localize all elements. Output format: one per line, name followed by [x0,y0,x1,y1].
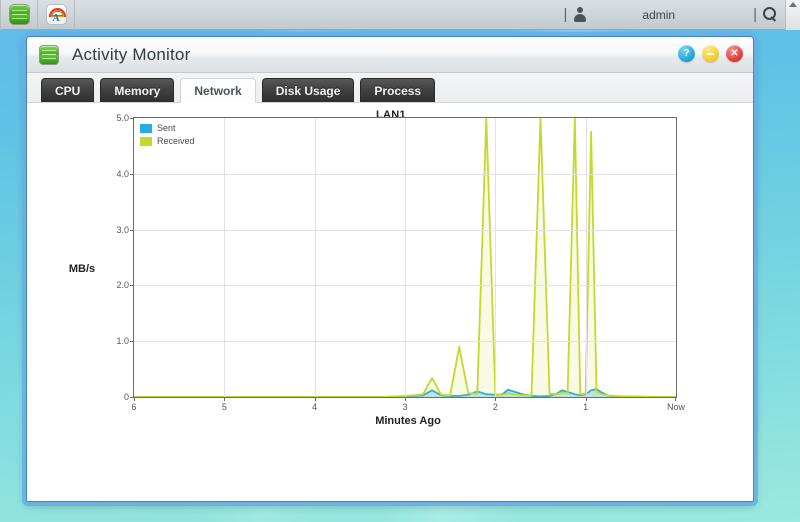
tab-disk-usage[interactable]: Disk Usage [261,78,355,102]
chart-x-tick-label: 1 [583,402,589,412]
activity-monitor-window: Activity Monitor ? ✕ CPU Memory Network … [26,36,754,502]
user-icon[interactable] [573,7,586,22]
taskbar-app-activity-monitor[interactable] [4,2,34,28]
page-scrollbar[interactable] [785,0,800,30]
chart-y-tick-label: 3.0 [116,224,129,235]
chart-y-axis-label: MB/s [68,263,96,275]
tab-network[interactable]: Network [180,78,256,103]
chart-x-tick-mark [675,397,676,401]
chart-gridline-vertical [405,118,406,397]
tab-cpu[interactable]: CPU [41,78,95,102]
legend-swatch-sent [140,124,152,133]
window-controls: ? ✕ [678,45,743,62]
chart-x-tick-label: 2 [492,402,498,412]
activity-monitor-icon [8,4,30,25]
chart-y-tick-label: 4.0 [116,168,129,179]
toolbar-divider [0,0,1,30]
tab-process[interactable]: Process [360,78,436,102]
window-title: Activity Monitor [72,44,191,64]
chart-y-tick-mark [130,285,134,287]
legend-label-received: Received [157,136,195,146]
chart-y-tick-mark [130,173,134,175]
topbar-separator-right: | [753,6,757,23]
chart-gridline-vertical [585,118,587,397]
chart-x-tick-mark [224,397,226,401]
chart-x-tick-label: 3 [402,402,408,412]
chart-y-tick-mark [130,229,134,231]
desktop-background: A | admin | Activity Monitor ? ✕ CPU Mem… [0,0,800,522]
chart-x-tick-mark [405,397,406,401]
chart-y-tick-mark [130,341,134,343]
taskbar-app-rainbow[interactable]: A [41,2,71,28]
chart-x-tick-label: 4 [312,402,318,412]
chart-x-tick-label: Now [666,402,686,412]
chart-x-axis-label: Minutes Ago [375,415,441,427]
window-activity-monitor-icon [39,44,59,65]
legend-item-sent: Sent [140,123,195,134]
chart-x-tick-label: 5 [221,402,227,412]
chart-x-tick-mark [314,397,316,401]
chart-gridline-vertical [314,118,316,397]
legend-label-sent: Sent [157,123,176,133]
chart-legend: Sent Received [140,123,195,149]
chart-x-tick-label: 6 [131,402,137,412]
chart-gridline-vertical [495,118,497,397]
chart-y-tick-label: 2.0 [116,280,129,291]
minimize-button[interactable] [702,45,719,62]
toolbar-divider [37,0,38,30]
chart-x-tick-mark [495,397,497,401]
help-button[interactable]: ? [678,45,695,62]
chart-gridline-vertical [224,118,226,397]
legend-swatch-received [140,137,152,146]
network-chart-plot-area: Sent Received 0 1.0 2.0 3.0 4.0 5.0 6 5 4 3 2 1 Now [116,113,685,412]
chart-x-tick-mark [585,397,587,401]
legend-item-received: Received [140,136,195,147]
user-label: admin [642,7,676,22]
toolbar-divider [74,0,75,30]
tab-memory[interactable]: Memory [100,78,175,102]
window-title-bar[interactable]: Activity Monitor ? ✕ [27,37,753,73]
chart-y-tick-label: 5.0 [116,113,129,123]
search-icon[interactable] [763,7,778,22]
topbar-separator-left: | [563,6,568,23]
close-button[interactable]: ✕ [726,45,743,62]
tab-bar: CPU Memory Network Disk Usage Process [27,73,753,103]
chart-y-tick-mark [130,118,134,119]
os-top-bar: A | admin | [0,0,800,30]
chart-y-tick-label: 1.0 [116,336,129,347]
rainbow-a-icon: A [45,4,67,25]
tab-content-network: LAN1 MB/s Minutes Ago Sent Received 0 1.0… [27,103,753,501]
scroll-up-arrow-icon[interactable] [789,2,797,7]
chart-x-tick-mark [134,397,135,401]
chart-y-tick-label: 0 [123,392,129,402]
